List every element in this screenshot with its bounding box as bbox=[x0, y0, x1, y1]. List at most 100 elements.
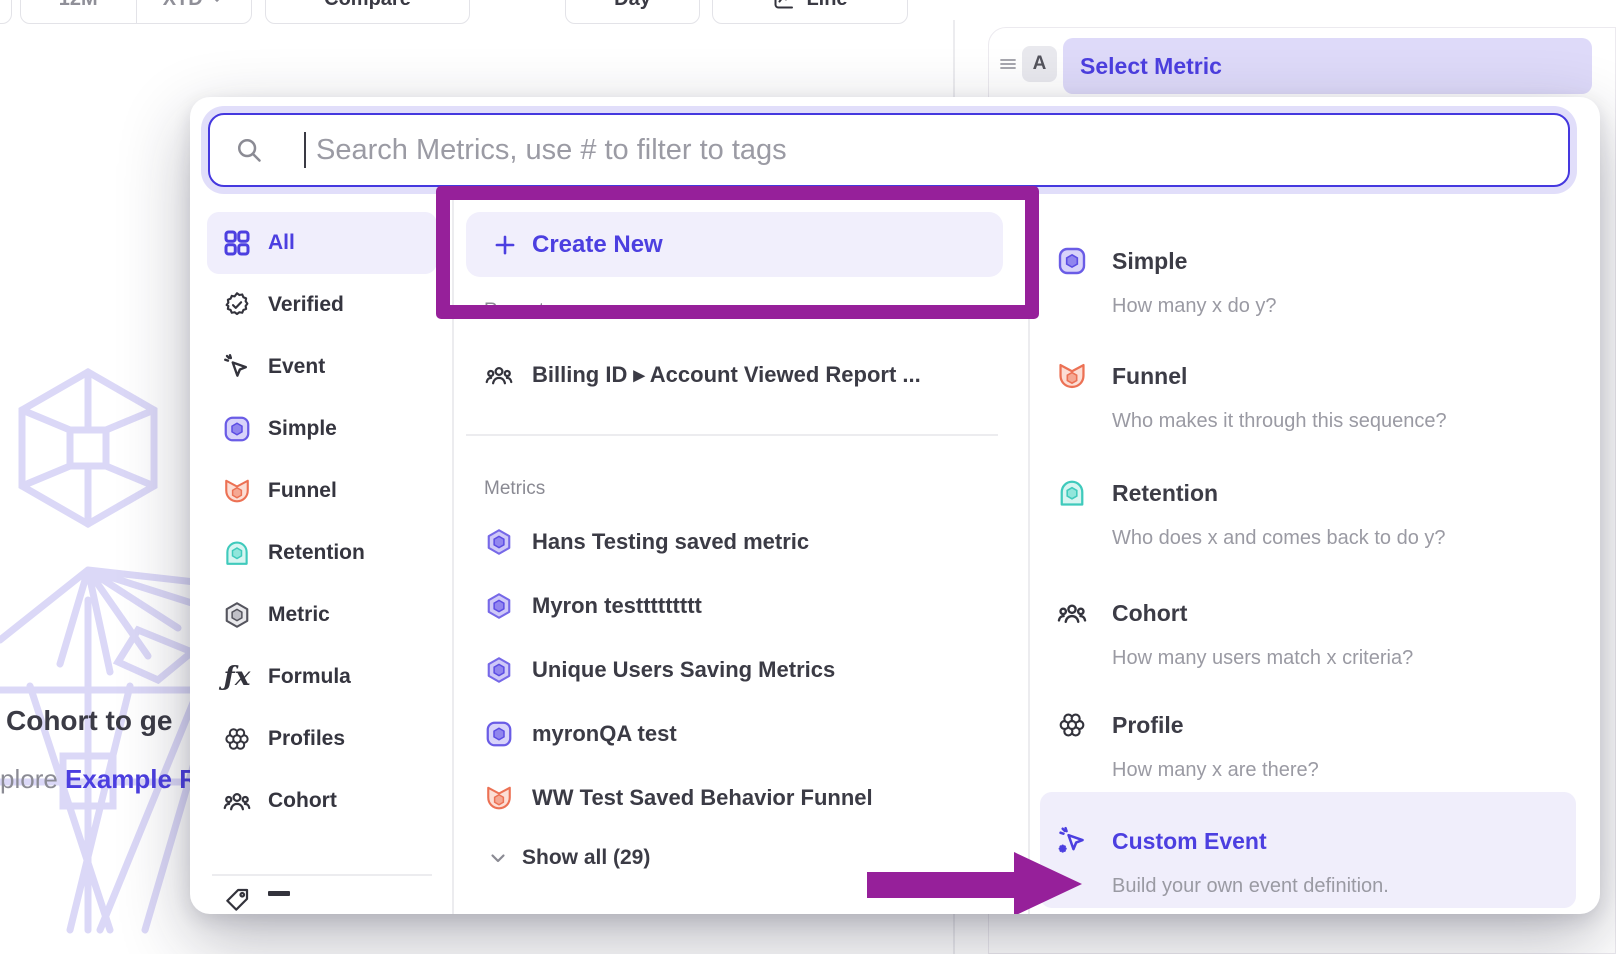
profiles-flower-icon bbox=[1056, 709, 1088, 741]
type-title: Retention bbox=[1112, 480, 1218, 507]
type-description: How many users match x criteria? bbox=[1112, 644, 1600, 672]
metric-item-label: Unique Users Saving Metrics bbox=[532, 657, 835, 683]
metric-item-label: Myron testtttttttt bbox=[532, 593, 702, 619]
retention-arch-icon bbox=[222, 538, 252, 568]
metric-type-custom-event[interactable]: Custom Event Build your own event defini… bbox=[1056, 820, 1600, 900]
sidebar-item-simple[interactable]: Simple bbox=[207, 398, 437, 460]
type-title: Profile bbox=[1112, 712, 1184, 739]
line-chart-icon bbox=[772, 0, 796, 11]
cohort-people-icon bbox=[1056, 597, 1088, 629]
funnel-icon bbox=[1056, 360, 1088, 392]
metric-list-item[interactable]: myronQA test bbox=[484, 702, 1014, 766]
type-title: Cohort bbox=[1112, 600, 1187, 627]
clause-letter-badge: A bbox=[1022, 46, 1057, 82]
simple-square-icon bbox=[484, 719, 514, 749]
example-reports-link[interactable]: Example R bbox=[65, 764, 190, 794]
metric-type-cohort[interactable]: Cohort How many users match x criteria? bbox=[1056, 592, 1600, 672]
drag-handle-icon[interactable] bbox=[996, 52, 1020, 76]
app-screen: 12M XTD Compare Day Line Cohort to ge pl… bbox=[0, 0, 1616, 954]
simple-square-icon bbox=[222, 414, 252, 444]
chart-type-line-button[interactable]: Line bbox=[712, 0, 908, 24]
compare-button[interactable]: Compare bbox=[265, 0, 470, 24]
metric-hexagon-icon bbox=[222, 600, 252, 630]
funnel-icon bbox=[484, 783, 514, 813]
granularity-day-button[interactable]: Day bbox=[565, 0, 700, 24]
partial-toolbar-button[interactable] bbox=[0, 0, 12, 24]
sidebar-item-cohort[interactable]: Cohort bbox=[207, 770, 437, 832]
cohort-people-icon bbox=[484, 360, 514, 390]
background-illustration bbox=[0, 330, 195, 954]
create-new-button[interactable]: Create New bbox=[466, 212, 1003, 277]
funnel-icon bbox=[222, 476, 252, 506]
grid-icon bbox=[222, 228, 252, 258]
metric-list-item[interactable]: Myron testtttttttt bbox=[484, 574, 1014, 638]
simple-square-icon bbox=[1056, 245, 1088, 277]
metric-type-funnel[interactable]: Funnel Who makes it through this sequenc… bbox=[1056, 355, 1600, 435]
sidebar-divider bbox=[452, 199, 454, 914]
type-description: Build your own event definition. bbox=[1112, 872, 1600, 900]
sidebar-item-retention[interactable]: Retention bbox=[207, 522, 437, 584]
tag-icon bbox=[222, 886, 252, 914]
range-xtd-label: XTD bbox=[163, 0, 203, 11]
metric-list-item[interactable]: Unique Users Saving Metrics bbox=[484, 638, 1014, 702]
sidebar-item-label: Simple bbox=[268, 417, 337, 441]
sidebar-item-label: Funnel bbox=[268, 479, 337, 503]
recent-item-label: Billing ID ▸ Account Viewed Report ... bbox=[532, 362, 921, 388]
sidebar-item-tags-partial[interactable] bbox=[207, 871, 437, 914]
empty-state-headline: Cohort to ge bbox=[6, 705, 190, 737]
list-divider bbox=[1028, 199, 1030, 914]
sidebar-item-label: Cohort bbox=[268, 789, 337, 813]
type-description: Who makes it through this sequence? bbox=[1112, 407, 1600, 435]
sidebar-item-all[interactable]: All bbox=[207, 212, 437, 274]
metric-item-label: myronQA test bbox=[532, 721, 677, 747]
sidebar-item-event[interactable]: Event bbox=[207, 336, 437, 398]
metric-picker-modal: All Verified Event Simple Funnel Retenti… bbox=[190, 97, 1600, 914]
empty-state-subline: plore Example R bbox=[0, 764, 190, 795]
line-label: Line bbox=[806, 0, 847, 11]
metric-type-simple[interactable]: Simple How many x do y? bbox=[1056, 240, 1600, 320]
profiles-flower-icon bbox=[222, 724, 252, 754]
cohort-people-icon bbox=[222, 786, 252, 816]
sidebar-item-verified[interactable]: Verified bbox=[207, 274, 437, 336]
sidebar-item-formula[interactable]: ƒx Formula bbox=[207, 646, 437, 708]
retention-arch-icon bbox=[1056, 477, 1088, 509]
recents-header: Recents bbox=[484, 300, 554, 322]
recent-item-billing[interactable]: Billing ID ▸ Account Viewed Report ... bbox=[484, 343, 1014, 407]
sidebar-item-label: Event bbox=[268, 355, 325, 379]
show-all-toggle[interactable]: Show all (29) bbox=[486, 826, 886, 890]
sidebar-item-label: Profiles bbox=[268, 727, 345, 751]
sidebar-item-funnel[interactable]: Funnel bbox=[207, 460, 437, 522]
metrics-header: Metrics bbox=[484, 478, 545, 500]
show-all-label: Show all (29) bbox=[522, 846, 650, 870]
plus-icon bbox=[492, 232, 518, 258]
metric-hexagon-icon bbox=[484, 591, 514, 621]
formula-fx-icon: ƒx bbox=[222, 662, 252, 692]
sidebar-item-label: Verified bbox=[268, 293, 344, 317]
sidebar-item-label: Metric bbox=[268, 603, 330, 627]
sidebar-item-label: All bbox=[268, 231, 295, 255]
range-12m-button[interactable]: 12M bbox=[21, 0, 136, 23]
sidebar-item-label: Retention bbox=[268, 541, 365, 565]
metric-list-item[interactable]: WW Test Saved Behavior Funnel bbox=[484, 766, 1014, 830]
create-new-label: Create New bbox=[532, 231, 663, 259]
type-description: Who does x and comes back to do y? bbox=[1112, 524, 1600, 552]
metric-item-label: Hans Testing saved metric bbox=[532, 529, 809, 555]
search-input[interactable] bbox=[208, 113, 1570, 187]
sidebar-item-label: Formula bbox=[268, 665, 351, 689]
range-xtd-button[interactable]: XTD bbox=[136, 0, 252, 23]
verified-badge-icon bbox=[222, 290, 252, 320]
text-caret bbox=[304, 132, 306, 168]
range-12m-label: 12M bbox=[59, 0, 98, 11]
event-cursor-icon bbox=[222, 352, 252, 382]
metric-hexagon-icon bbox=[484, 527, 514, 557]
metric-list-item[interactable]: Hans Testing saved metric bbox=[484, 510, 1014, 574]
custom-event-icon bbox=[1056, 825, 1088, 857]
metric-hexagon-icon bbox=[484, 655, 514, 685]
metric-type-retention[interactable]: Retention Who does x and comes back to d… bbox=[1056, 472, 1600, 552]
type-description: How many x are there? bbox=[1112, 756, 1600, 784]
sidebar-item-metric[interactable]: Metric bbox=[207, 584, 437, 646]
sidebar-item-profiles[interactable]: Profiles bbox=[207, 708, 437, 770]
metric-type-profile[interactable]: Profile How many x are there? bbox=[1056, 704, 1600, 784]
select-metric-pill[interactable]: Select Metric bbox=[1063, 38, 1592, 94]
day-label: Day bbox=[614, 0, 651, 11]
